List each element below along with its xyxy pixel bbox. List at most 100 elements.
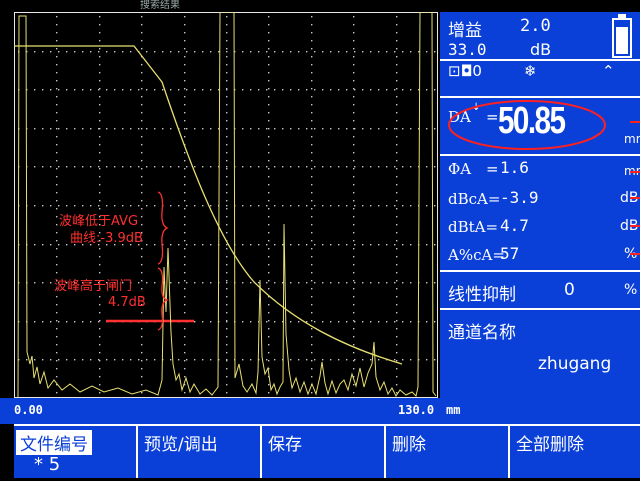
menu-delete-all[interactable]: 全部删除: [510, 426, 640, 478]
readout-panel: 增益 2.0 33.0 dB ⊡◘0 ❄ ⌃ DA ↓ = 50.85 mm Φ…: [440, 12, 640, 398]
grid-dot: [138, 282, 140, 284]
grid-dot: [394, 128, 396, 130]
grid-dot: [226, 144, 228, 146]
grid-dot: [306, 282, 308, 284]
grid-dot: [290, 282, 292, 284]
grid-dot: [311, 280, 313, 282]
grid-dot: [242, 321, 244, 323]
grid-dot: [353, 288, 355, 290]
grid-dot: [50, 166, 52, 168]
grid-dot: [106, 166, 108, 168]
grid-dot: [353, 232, 355, 234]
grid-dot: [370, 205, 372, 207]
grid-dot: [268, 120, 270, 122]
grid-dot: [346, 282, 348, 284]
grid-dot: [184, 24, 186, 26]
grid-dot: [56, 216, 58, 218]
grid-dot: [314, 359, 316, 361]
grid-dot: [426, 166, 428, 168]
grid-dot: [311, 192, 313, 194]
grid-dot: [396, 304, 398, 306]
grid-dot: [138, 128, 140, 130]
grid-dot: [353, 192, 355, 194]
menu-save[interactable]: 保存: [262, 426, 386, 478]
grid-dot: [322, 166, 324, 168]
grid-dot: [314, 51, 316, 53]
grid-dot: [354, 282, 356, 284]
grid-dot: [186, 282, 188, 284]
grid-dot: [410, 282, 412, 284]
grid-dot: [268, 280, 270, 282]
grid-dot: [56, 344, 58, 346]
grid-dot: [50, 321, 52, 323]
menu-delete[interactable]: 删除: [386, 426, 510, 478]
grid-dot: [178, 282, 180, 284]
grid-dot: [141, 96, 143, 98]
grid-dot: [322, 282, 324, 284]
grid-dot: [370, 282, 372, 284]
grid-dot: [226, 352, 228, 354]
grid-dot: [56, 296, 58, 298]
axis-end-label: 130.0: [398, 403, 435, 417]
grid-dot: [268, 360, 270, 362]
grid-dot: [58, 205, 60, 207]
menu-delete-label: 删除: [392, 435, 426, 455]
grid-dot: [386, 205, 388, 207]
grid-dot: [210, 89, 212, 91]
grid-dot: [56, 80, 58, 82]
grid-dot: [258, 282, 260, 284]
menu-preview-recall[interactable]: 预览/调出: [138, 426, 262, 478]
menu-file-number-value: * 5: [34, 454, 61, 475]
grid-dot: [99, 168, 101, 170]
grid-dot: [330, 128, 332, 130]
dbta-value: 4.7: [500, 216, 529, 235]
grid-dot: [396, 376, 398, 378]
grid-dot: [184, 168, 186, 170]
grid-dot: [226, 120, 228, 122]
grid-dot: [306, 89, 308, 91]
grid-dot: [396, 32, 398, 34]
grid-dot: [184, 176, 186, 178]
grid-dot: [184, 344, 186, 346]
grid-dot: [311, 360, 313, 362]
grid-dot: [226, 48, 228, 50]
grid-dot: [396, 256, 398, 258]
grid-dot: [99, 256, 101, 258]
grid-dot: [141, 328, 143, 330]
grid-dot: [290, 128, 292, 130]
grid-dot: [186, 166, 188, 168]
grid-dot: [268, 272, 270, 274]
grid-dot: [82, 89, 84, 91]
grid-dot: [66, 51, 68, 53]
grid-dot: [141, 152, 143, 154]
grid-dot: [402, 51, 404, 53]
grid-dot: [56, 328, 58, 330]
grid-dot: [106, 89, 108, 91]
grid-dot: [184, 16, 186, 18]
grid-dot: [396, 208, 398, 210]
grid-dot: [362, 359, 364, 361]
grid-dot: [226, 112, 228, 114]
grid-dot: [311, 128, 313, 130]
grid-dot: [122, 128, 124, 130]
grid-dot: [396, 336, 398, 338]
grid-dot: [268, 344, 270, 346]
grid-dot: [282, 128, 284, 130]
grid-dot: [226, 168, 228, 170]
grid-dot: [311, 208, 313, 210]
grid-dot: [99, 48, 101, 50]
menu-file-number[interactable]: 文件编号 * 5: [14, 426, 138, 478]
grid-dot: [99, 312, 101, 314]
reject-value[interactable]: 0: [564, 280, 575, 300]
grid-dot: [141, 80, 143, 82]
grid-dot: [82, 205, 84, 207]
grid-dot: [210, 359, 212, 361]
grid-dot: [396, 56, 398, 58]
grid-dot: [99, 368, 101, 370]
grid-dot: [162, 166, 164, 168]
grid-dot: [362, 128, 364, 130]
grid-dot: [56, 24, 58, 26]
grid-dot: [66, 128, 68, 130]
grid-dot: [386, 51, 388, 53]
grid-dot: [184, 160, 186, 162]
